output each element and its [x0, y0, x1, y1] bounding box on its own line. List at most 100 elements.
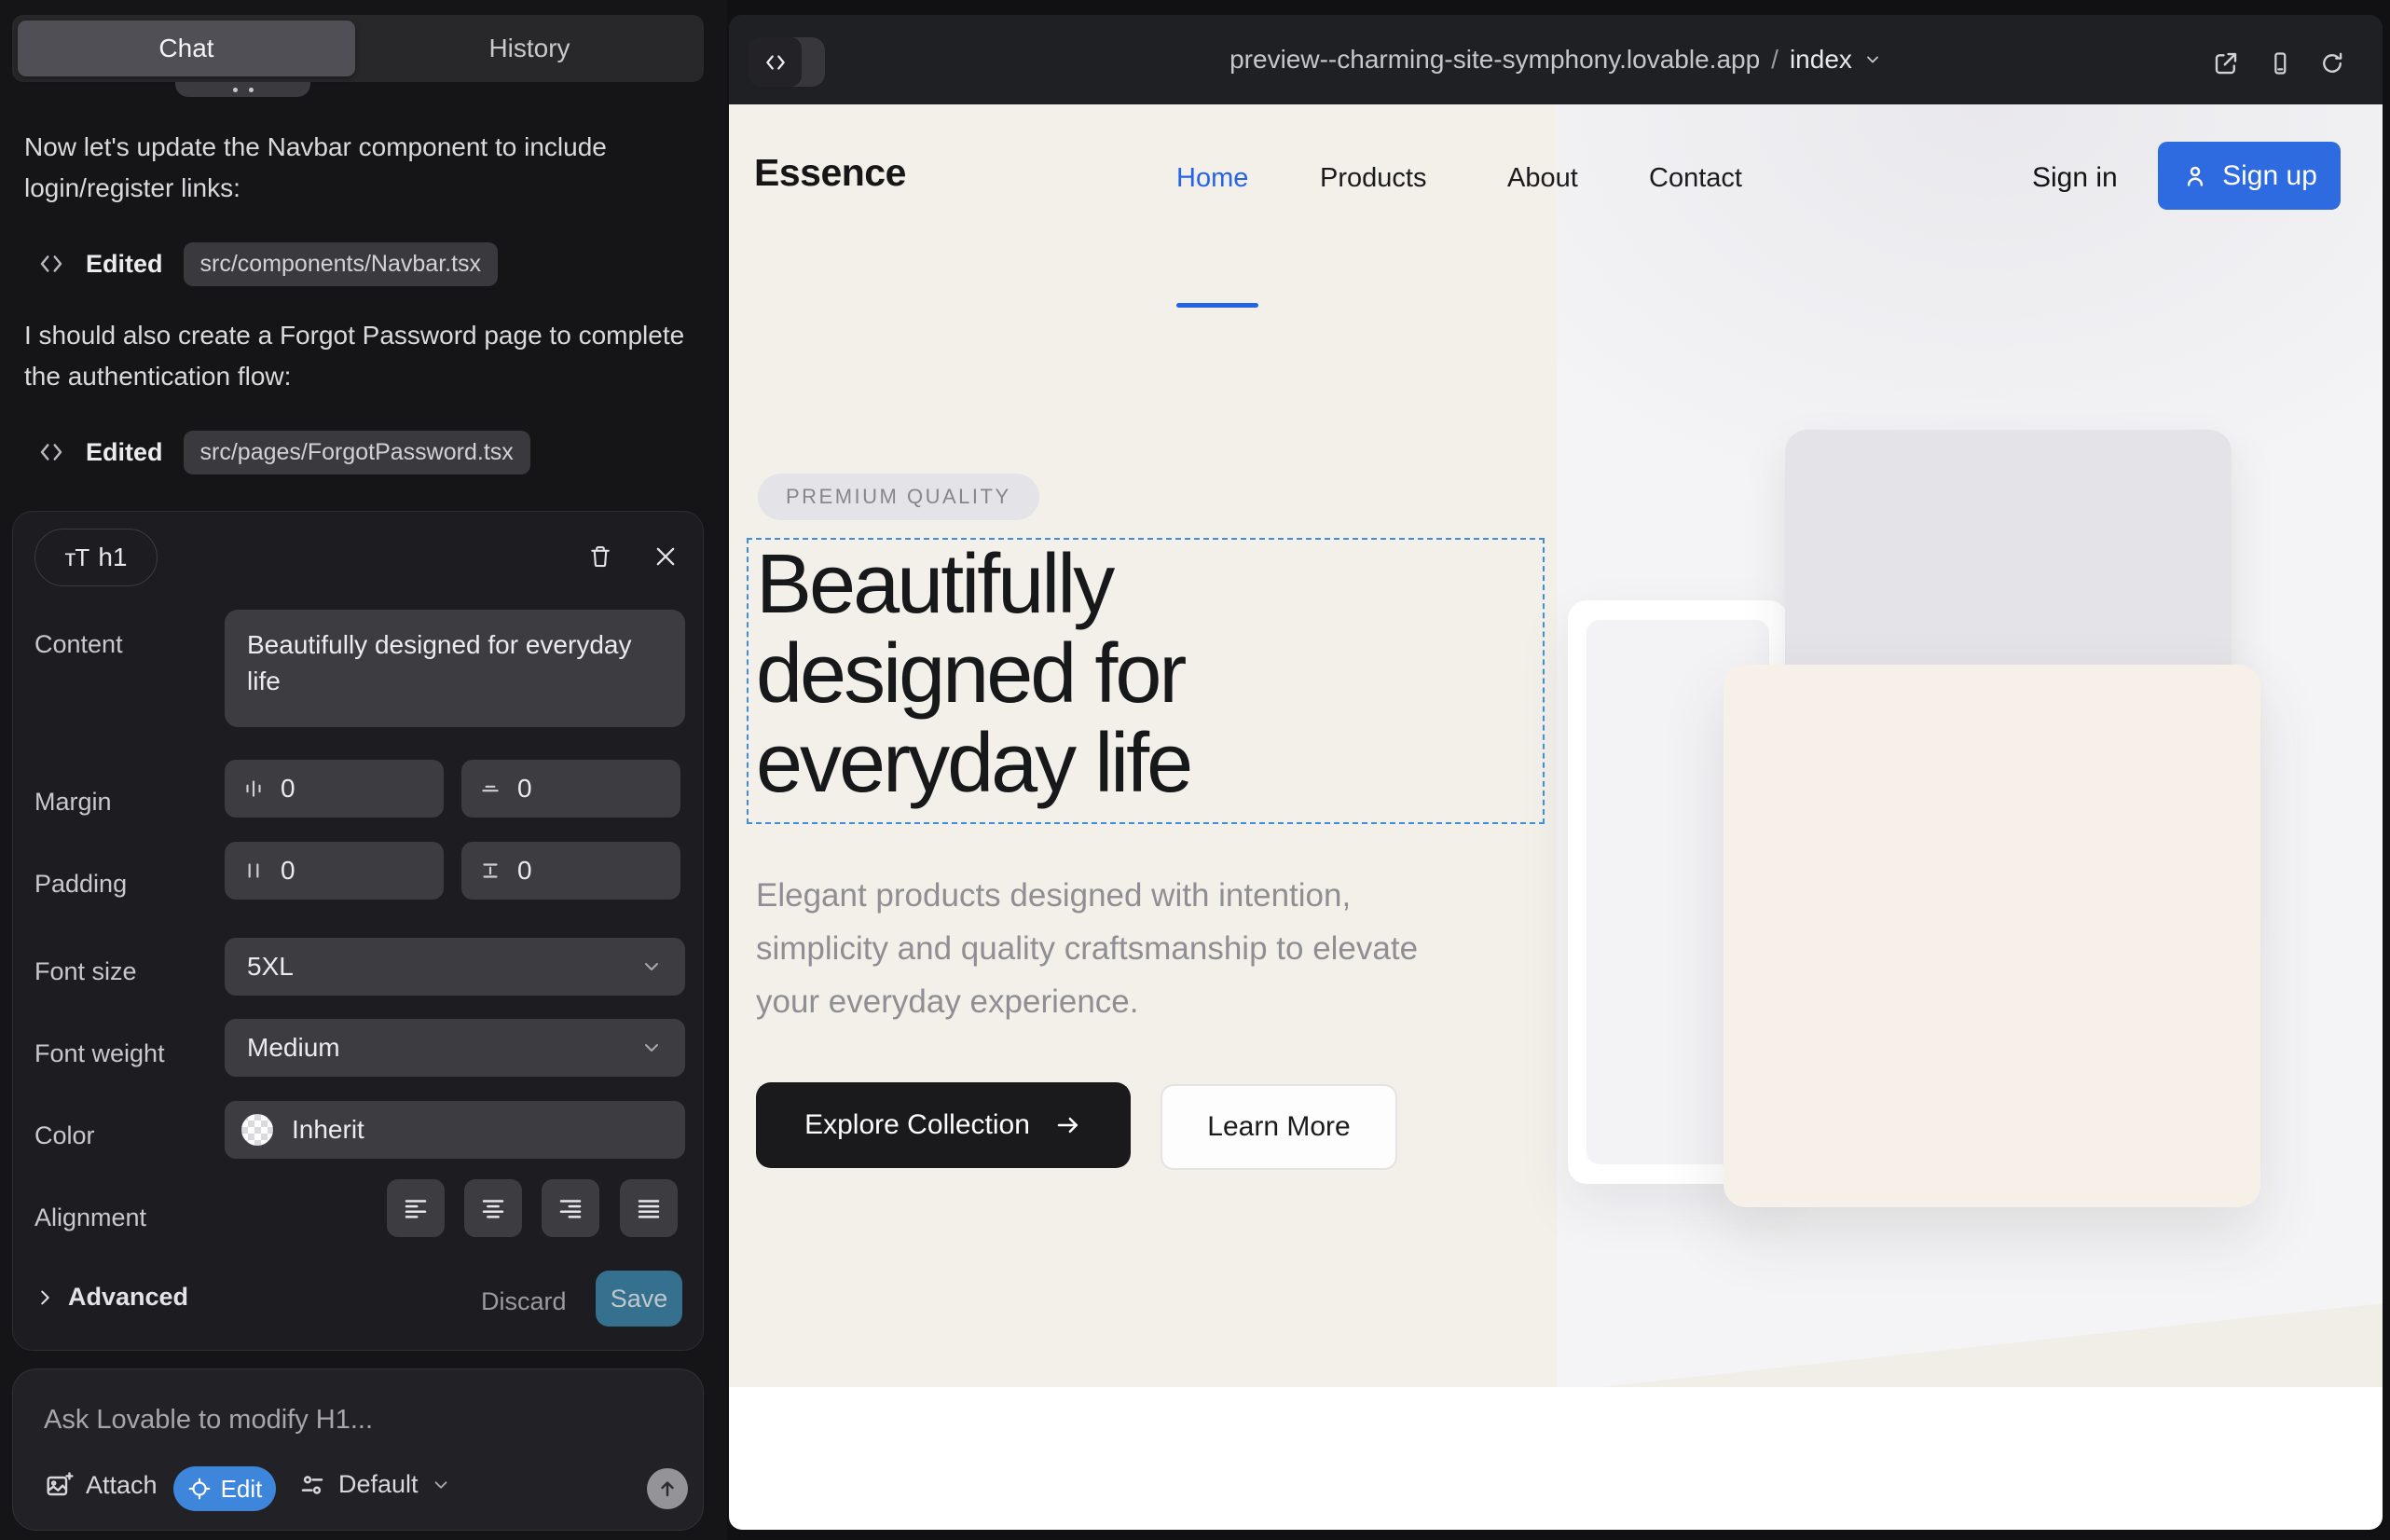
edited-label: Edited	[86, 438, 163, 467]
chat-message: I should also create a Forgot Password p…	[24, 315, 690, 397]
padding-horizontal-icon	[241, 859, 266, 883]
learn-more-button[interactable]: Learn More	[1161, 1084, 1397, 1170]
default-label: Default	[338, 1470, 419, 1499]
font-weight-select[interactable]: Medium	[225, 1019, 685, 1077]
browser-bar: preview--charming-site-symphony.lovable.…	[729, 15, 2383, 104]
chat-message: Now let's update the Navbar component to…	[24, 127, 690, 209]
advanced-toggle[interactable]: Advanced	[34, 1283, 188, 1312]
attach-image-icon	[44, 1470, 74, 1500]
padding-vertical-icon	[478, 859, 502, 883]
chat-input-box[interactable]: Ask Lovable to modify H1... Attach Edit …	[12, 1368, 704, 1531]
chat-input-placeholder[interactable]: Ask Lovable to modify H1...	[44, 1405, 373, 1436]
refresh-icon	[2319, 50, 2345, 76]
url-bar[interactable]: preview--charming-site-symphony.lovable.…	[729, 15, 2383, 104]
arrow-right-icon	[1054, 1111, 1082, 1139]
attach-label: Attach	[86, 1471, 158, 1500]
edit-label: Edit	[221, 1475, 263, 1504]
sliders-icon	[298, 1471, 326, 1499]
alignment-label: Alignment	[34, 1203, 146, 1232]
element-editor-panel: тT h1 Content Beautifully designed for e…	[12, 511, 704, 1351]
tab-chat[interactable]: Chat	[18, 21, 355, 76]
attach-button[interactable]: Attach	[44, 1470, 158, 1500]
file-edit-row: Edited src/components/Navbar.tsx	[37, 241, 498, 287]
chevron-down-icon	[431, 1475, 451, 1495]
nav-link-products[interactable]: Products	[1320, 163, 1426, 194]
nav-link-home[interactable]: Home	[1176, 163, 1248, 194]
font-size-label: Font size	[34, 957, 137, 986]
padding-x-value: 0	[281, 856, 295, 886]
trash-icon	[586, 543, 614, 571]
code-preview-toggle[interactable]	[749, 37, 825, 87]
font-weight-value: Medium	[247, 1033, 340, 1063]
preview-window: preview--charming-site-symphony.lovable.…	[729, 15, 2383, 1530]
sidebar: Chat History Now let's update the Navbar…	[0, 0, 727, 1540]
chevron-down-icon	[640, 1037, 663, 1059]
margin-y-value: 0	[517, 774, 532, 804]
discard-button[interactable]: Discard	[481, 1287, 567, 1316]
edit-mode-button[interactable]: Edit	[173, 1466, 276, 1511]
align-center-button[interactable]	[464, 1179, 522, 1237]
edited-label: Edited	[86, 250, 163, 279]
chevron-right-icon	[34, 1287, 55, 1308]
hero-heading-line: Beautifully	[756, 540, 1539, 629]
site-content: Essence Home Products About Contact Sign…	[729, 104, 2383, 1530]
mobile-view-button[interactable]	[2261, 45, 2299, 82]
url-separator: /	[1771, 45, 1779, 75]
file-chip[interactable]: src/components/Navbar.tsx	[184, 242, 499, 286]
active-nav-underline	[1176, 303, 1258, 308]
chat-history-tabbar: Chat History	[12, 15, 704, 82]
close-icon	[652, 543, 679, 570]
padding-y-value: 0	[517, 856, 532, 886]
code-icon	[37, 250, 65, 278]
content-input[interactable]: Beautifully designed for everyday life	[225, 610, 685, 727]
font-weight-label: Font weight	[34, 1039, 165, 1068]
nav-link-contact[interactable]: Contact	[1649, 163, 1742, 194]
close-panel-button[interactable]	[645, 536, 686, 577]
refresh-button[interactable]	[2314, 45, 2351, 82]
code-icon	[763, 50, 788, 75]
explore-collection-button[interactable]: Explore Collection	[756, 1082, 1131, 1168]
margin-x-value: 0	[281, 774, 295, 804]
chevron-down-icon	[640, 956, 663, 978]
font-size-value: 5XL	[247, 952, 294, 982]
url-page: index	[1790, 45, 1852, 75]
file-edit-row: Edited src/pages/ForgotPassword.tsx	[37, 429, 530, 475]
send-button[interactable]	[647, 1468, 688, 1509]
arrow-up-icon	[656, 1478, 679, 1500]
color-swatch	[241, 1114, 273, 1146]
mobile-device-icon	[2267, 50, 2293, 76]
tab-history[interactable]: History	[361, 21, 698, 76]
align-center-icon	[479, 1194, 507, 1222]
default-mode-select[interactable]: Default	[298, 1470, 451, 1499]
selected-element-pill: тT h1	[34, 529, 158, 586]
nav-link-about[interactable]: About	[1507, 163, 1578, 194]
padding-x-input[interactable]: 0	[225, 842, 444, 900]
padding-label: Padding	[34, 870, 127, 899]
hero-heading-line: everyday life	[756, 719, 1539, 808]
align-left-button[interactable]	[387, 1179, 445, 1237]
font-size-select[interactable]: 5XL	[225, 938, 685, 996]
element-tag: h1	[98, 543, 127, 572]
align-justify-button[interactable]	[620, 1179, 678, 1237]
content-label: Content	[34, 630, 123, 659]
user-icon	[2181, 162, 2209, 190]
sign-up-button[interactable]: Sign up	[2158, 142, 2341, 210]
color-label: Color	[34, 1121, 95, 1150]
hero-description: Elegant products designed with intention…	[756, 869, 1427, 1028]
save-button[interactable]: Save	[596, 1271, 682, 1327]
padding-y-input[interactable]: 0	[461, 842, 680, 900]
delete-element-button[interactable]	[580, 536, 621, 577]
open-in-new-tab-button[interactable]	[2207, 45, 2245, 82]
screen: Chat History Now let's update the Navbar…	[0, 0, 2390, 1540]
align-right-button[interactable]	[542, 1179, 599, 1237]
hero-heading[interactable]: Beautifully designed for everyday life	[756, 540, 1539, 808]
margin-y-input[interactable]: 0	[461, 760, 680, 818]
sign-in-link[interactable]: Sign in	[2032, 162, 2118, 194]
margin-horizontal-icon	[241, 777, 266, 801]
site-logo[interactable]: Essence	[754, 151, 906, 195]
file-chip[interactable]: src/pages/ForgotPassword.tsx	[184, 431, 530, 474]
url-host: preview--charming-site-symphony.lovable.…	[1229, 45, 1760, 75]
margin-x-input[interactable]: 0	[225, 760, 444, 818]
code-toggle-active-segment[interactable]	[749, 37, 802, 87]
color-select[interactable]: Inherit	[225, 1101, 685, 1159]
